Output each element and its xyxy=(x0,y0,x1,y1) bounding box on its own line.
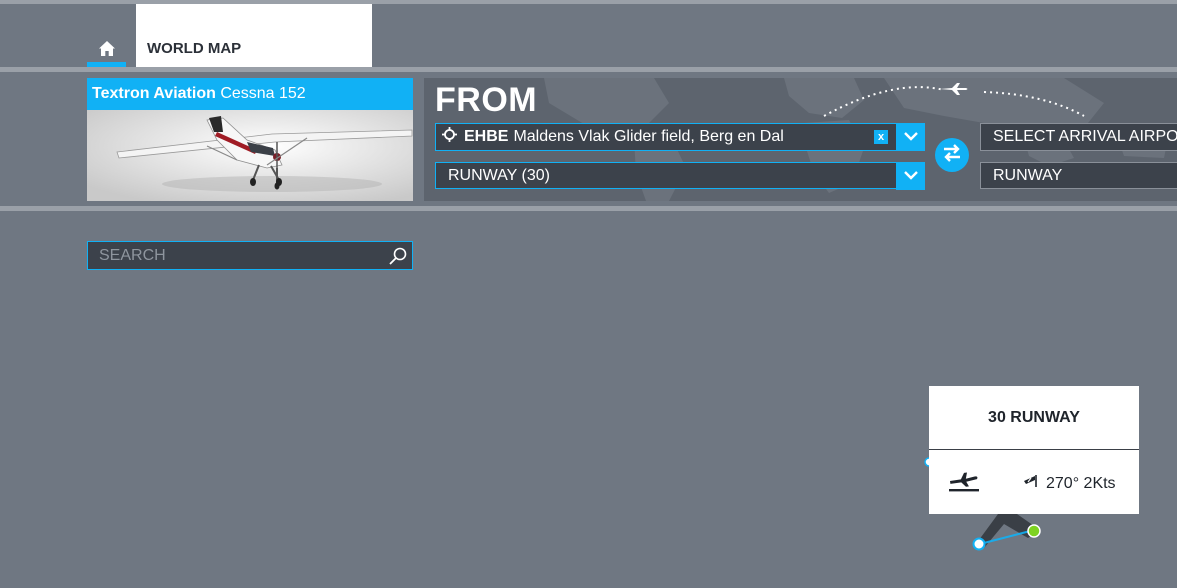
chevron-down-icon xyxy=(903,128,918,146)
search-box[interactable] xyxy=(87,241,413,270)
route-panel: FROM EHBE Maldens Vlak Glider field, Ber… xyxy=(424,78,1177,201)
airplane-icon xyxy=(939,82,969,101)
tab-world-map-label: WORLD MAP xyxy=(147,40,242,57)
departure-runway-value: RUNWAY (30) xyxy=(448,167,550,184)
departure-runway-select[interactable]: RUNWAY (30) xyxy=(435,162,925,190)
windsock-icon xyxy=(1021,474,1046,493)
runway-info-popup[interactable]: 30 RUNWAY 270° 2Kts xyxy=(929,386,1139,514)
arrival-airport-select[interactable]: SELECT ARRIVAL AIRPORT xyxy=(980,123,1177,151)
arrival-airport-placeholder: SELECT ARRIVAL AIRPORT xyxy=(993,128,1177,145)
home-icon xyxy=(98,40,116,62)
takeoff-icon xyxy=(947,470,981,497)
arrival-runway-select[interactable]: RUNWAY xyxy=(980,162,1177,189)
clear-departure-button[interactable]: x xyxy=(874,130,888,144)
location-target-icon xyxy=(442,127,457,147)
aircraft-manufacturer: Textron Aviation xyxy=(92,85,216,102)
swap-airports-button[interactable] xyxy=(935,138,969,172)
arrival-runway-value: RUNWAY xyxy=(993,167,1063,184)
departure-icao: EHBE xyxy=(464,128,509,145)
aircraft-image xyxy=(87,110,413,201)
header-divider xyxy=(0,67,1177,72)
panel-divider xyxy=(0,206,1177,211)
runway-popup-title: 30 RUNWAY xyxy=(929,386,1139,450)
runway-dropdown-button[interactable] xyxy=(896,162,925,190)
swap-arrows-icon xyxy=(942,143,962,167)
departure-airport-name: Maldens Vlak Glider field, Berg en Dal xyxy=(513,128,784,145)
departure-airport-select[interactable]: EHBE Maldens Vlak Glider field, Berg en … xyxy=(435,123,925,151)
tab-world-map[interactable]: WORLD MAP xyxy=(136,4,372,67)
home-button[interactable] xyxy=(87,36,126,67)
search-input[interactable] xyxy=(88,242,378,269)
departure-dropdown-button[interactable] xyxy=(896,123,925,151)
from-label: FROM xyxy=(435,81,538,119)
aircraft-model: Cessna 152 xyxy=(220,85,306,102)
search-icon[interactable] xyxy=(388,246,408,271)
aircraft-title: Textron Aviation Cessna 152 xyxy=(87,78,413,110)
runway-wind: 270° 2Kts xyxy=(1021,474,1116,493)
wind-value: 270° 2Kts xyxy=(1046,474,1116,492)
chevron-down-icon xyxy=(903,167,918,185)
aircraft-card[interactable]: Textron Aviation Cessna 152 xyxy=(87,78,413,201)
